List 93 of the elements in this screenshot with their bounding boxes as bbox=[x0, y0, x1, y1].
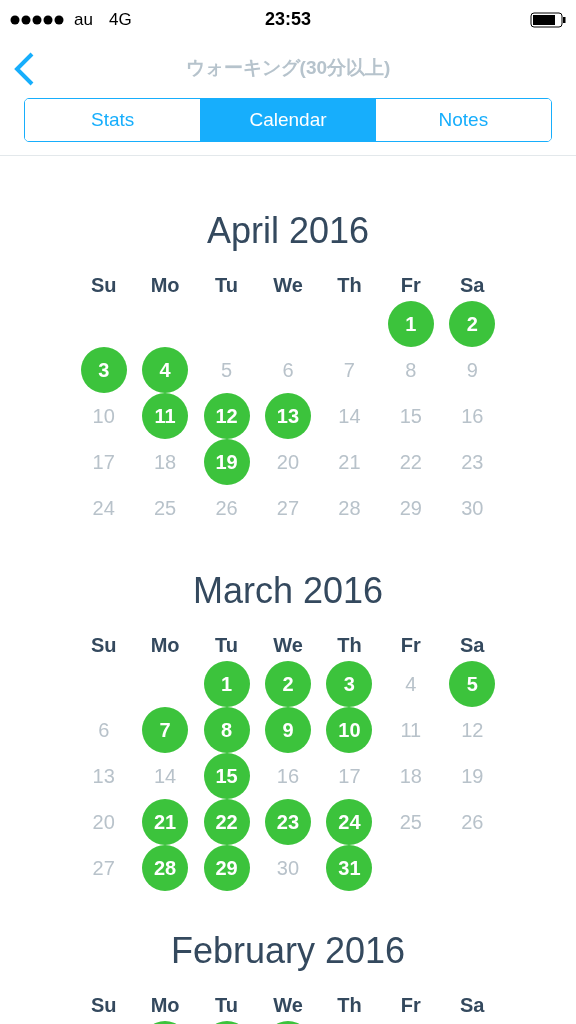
weekday-label: Sa bbox=[459, 273, 486, 298]
completed-day[interactable]: 21 bbox=[142, 799, 189, 845]
completed-day[interactable]: 3 bbox=[326, 661, 373, 707]
calendar-day[interactable]: 12 bbox=[449, 707, 496, 753]
weekday-label: Th bbox=[336, 633, 363, 658]
calendar-day[interactable]: 16 bbox=[449, 393, 496, 439]
calendar-day[interactable]: 15 bbox=[387, 393, 434, 439]
completed-day[interactable]: 24 bbox=[326, 799, 373, 845]
weekday-label: Mo bbox=[149, 273, 181, 298]
completed-day[interactable]: 13 bbox=[265, 393, 311, 439]
completed-day[interactable]: 3 bbox=[80, 347, 127, 393]
calendar-day[interactable]: 6 bbox=[265, 347, 311, 393]
calendar-day[interactable]: 24 bbox=[80, 485, 127, 531]
calendar-day[interactable]: 14 bbox=[142, 753, 189, 799]
completed-day[interactable]: 4 bbox=[142, 347, 189, 393]
weekday-label: Tu bbox=[214, 273, 240, 298]
completed-day[interactable]: 11 bbox=[142, 393, 189, 439]
calendar-day[interactable]: 20 bbox=[265, 439, 311, 485]
completed-day[interactable]: 31 bbox=[326, 845, 373, 891]
calendar-day[interactable]: 25 bbox=[387, 799, 434, 845]
weekday-label: Mo bbox=[149, 993, 181, 1018]
completed-day[interactable]: 28 bbox=[142, 845, 189, 891]
completed-day[interactable]: 9 bbox=[265, 707, 311, 753]
calendar-day[interactable]: 17 bbox=[80, 439, 127, 485]
calendar-day[interactable]: 27 bbox=[265, 485, 311, 531]
weekday-label: We bbox=[272, 273, 304, 298]
weekday-label: Th bbox=[336, 273, 363, 298]
weekday-label: We bbox=[272, 633, 304, 658]
weekday-label: Mo bbox=[149, 633, 181, 658]
network-text: 4G bbox=[108, 10, 132, 30]
calendar-day[interactable]: 19 bbox=[449, 753, 496, 799]
nav-title: ウォーキング(30分以上) bbox=[184, 56, 392, 80]
calendar-day[interactable]: 23 bbox=[449, 439, 496, 485]
calendar-day[interactable]: 22 bbox=[387, 439, 434, 485]
calendar-day[interactable]: 17 bbox=[326, 753, 373, 799]
calendar-day[interactable]: 8 bbox=[387, 347, 434, 393]
calendar-day[interactable]: 5 bbox=[203, 347, 250, 393]
completed-day[interactable]: 8 bbox=[203, 707, 250, 753]
weekday-label: Su bbox=[89, 993, 118, 1018]
weekday-label: Su bbox=[89, 273, 118, 298]
completed-day[interactable]: 10 bbox=[326, 707, 373, 753]
completed-day[interactable]: 2 bbox=[449, 301, 496, 347]
weekday-label: Sa bbox=[459, 633, 486, 658]
calendar-day[interactable]: 13 bbox=[80, 753, 127, 799]
completed-day[interactable]: 2 bbox=[265, 661, 311, 707]
calendar-day[interactable]: 25 bbox=[142, 485, 189, 531]
calendar-day[interactable]: 26 bbox=[449, 799, 496, 845]
calendar-day[interactable]: 30 bbox=[265, 845, 311, 891]
weekday-label: Tu bbox=[214, 633, 240, 658]
calendar-day[interactable]: 27 bbox=[80, 845, 127, 891]
month-title: February 2016 bbox=[169, 929, 407, 973]
completed-day[interactable]: 23 bbox=[265, 799, 311, 845]
tab[interactable]: Calendar bbox=[200, 99, 376, 141]
carrier-text: au bbox=[74, 10, 93, 30]
completed-day[interactable]: 12 bbox=[203, 393, 250, 439]
calendar-day[interactable]: 10 bbox=[80, 393, 127, 439]
calendar-day[interactable]: 9 bbox=[449, 347, 496, 393]
weekday-label: Th bbox=[336, 993, 363, 1018]
weekday-label: We bbox=[272, 993, 304, 1018]
calendar-day[interactable]: 7 bbox=[326, 347, 373, 393]
calendar-day[interactable]: 20 bbox=[80, 799, 127, 845]
calendar-day[interactable]: 29 bbox=[387, 485, 434, 531]
weekday-label: Su bbox=[89, 633, 118, 658]
month-title: March 2016 bbox=[191, 569, 385, 613]
month-title: April 2016 bbox=[205, 209, 371, 253]
clock-text: 23:53 bbox=[263, 9, 312, 30]
calendar-day[interactable]: 16 bbox=[265, 753, 311, 799]
completed-day[interactable]: 1 bbox=[203, 661, 250, 707]
completed-day[interactable]: 29 bbox=[203, 845, 250, 891]
weekday-label: Sa bbox=[459, 993, 486, 1018]
weekday-label: Fr bbox=[399, 633, 422, 658]
calendar-day[interactable]: 18 bbox=[387, 753, 434, 799]
calendar-day[interactable]: 6 bbox=[80, 707, 127, 753]
calendar-day[interactable]: 26 bbox=[203, 485, 250, 531]
completed-day[interactable]: 1 bbox=[387, 301, 434, 347]
calendar-day[interactable]: 30 bbox=[449, 485, 496, 531]
back-icon[interactable] bbox=[12, 52, 36, 86]
weekday-label: Fr bbox=[399, 273, 422, 298]
battery-icon bbox=[530, 12, 566, 28]
calendar-day[interactable]: 28 bbox=[326, 485, 373, 531]
weekday-label: Tu bbox=[214, 993, 240, 1018]
weekday-label: Fr bbox=[399, 993, 422, 1018]
calendar-day[interactable]: 11 bbox=[387, 707, 434, 753]
completed-day[interactable]: 15 bbox=[203, 753, 250, 799]
calendar-day[interactable]: 4 bbox=[387, 661, 434, 707]
calendar-day[interactable]: 21 bbox=[326, 439, 373, 485]
signal-icon bbox=[10, 15, 64, 25]
calendar-day[interactable]: 18 bbox=[142, 439, 189, 485]
completed-day[interactable]: 7 bbox=[142, 707, 189, 753]
completed-day[interactable]: 5 bbox=[449, 661, 496, 707]
calendar-day[interactable]: 14 bbox=[326, 393, 373, 439]
completed-day[interactable]: 19 bbox=[203, 439, 250, 485]
completed-day[interactable]: 22 bbox=[203, 799, 250, 845]
